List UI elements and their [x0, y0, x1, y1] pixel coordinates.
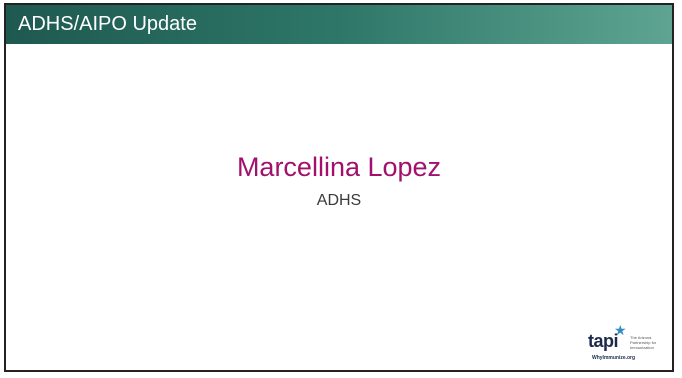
logo-wordmark: tapi	[588, 331, 619, 351]
logo-tagline: The Arizona Partnership for Immunization	[630, 335, 657, 350]
slide: ADHS/AIPO Update Marcellina Lopez ADHS ★…	[4, 3, 674, 372]
slide-title: ADHS/AIPO Update	[18, 13, 197, 35]
presenter-organization: ADHS	[316, 192, 362, 209]
logo-url: WhyImmunize.org	[592, 355, 636, 361]
presenter-name: Marcellina Lopez	[236, 152, 442, 182]
tapi-logo: ★ tapi The Arizona Partnership for Immun…	[586, 323, 668, 367]
title-bar: ADHS/AIPO Update	[6, 5, 672, 44]
